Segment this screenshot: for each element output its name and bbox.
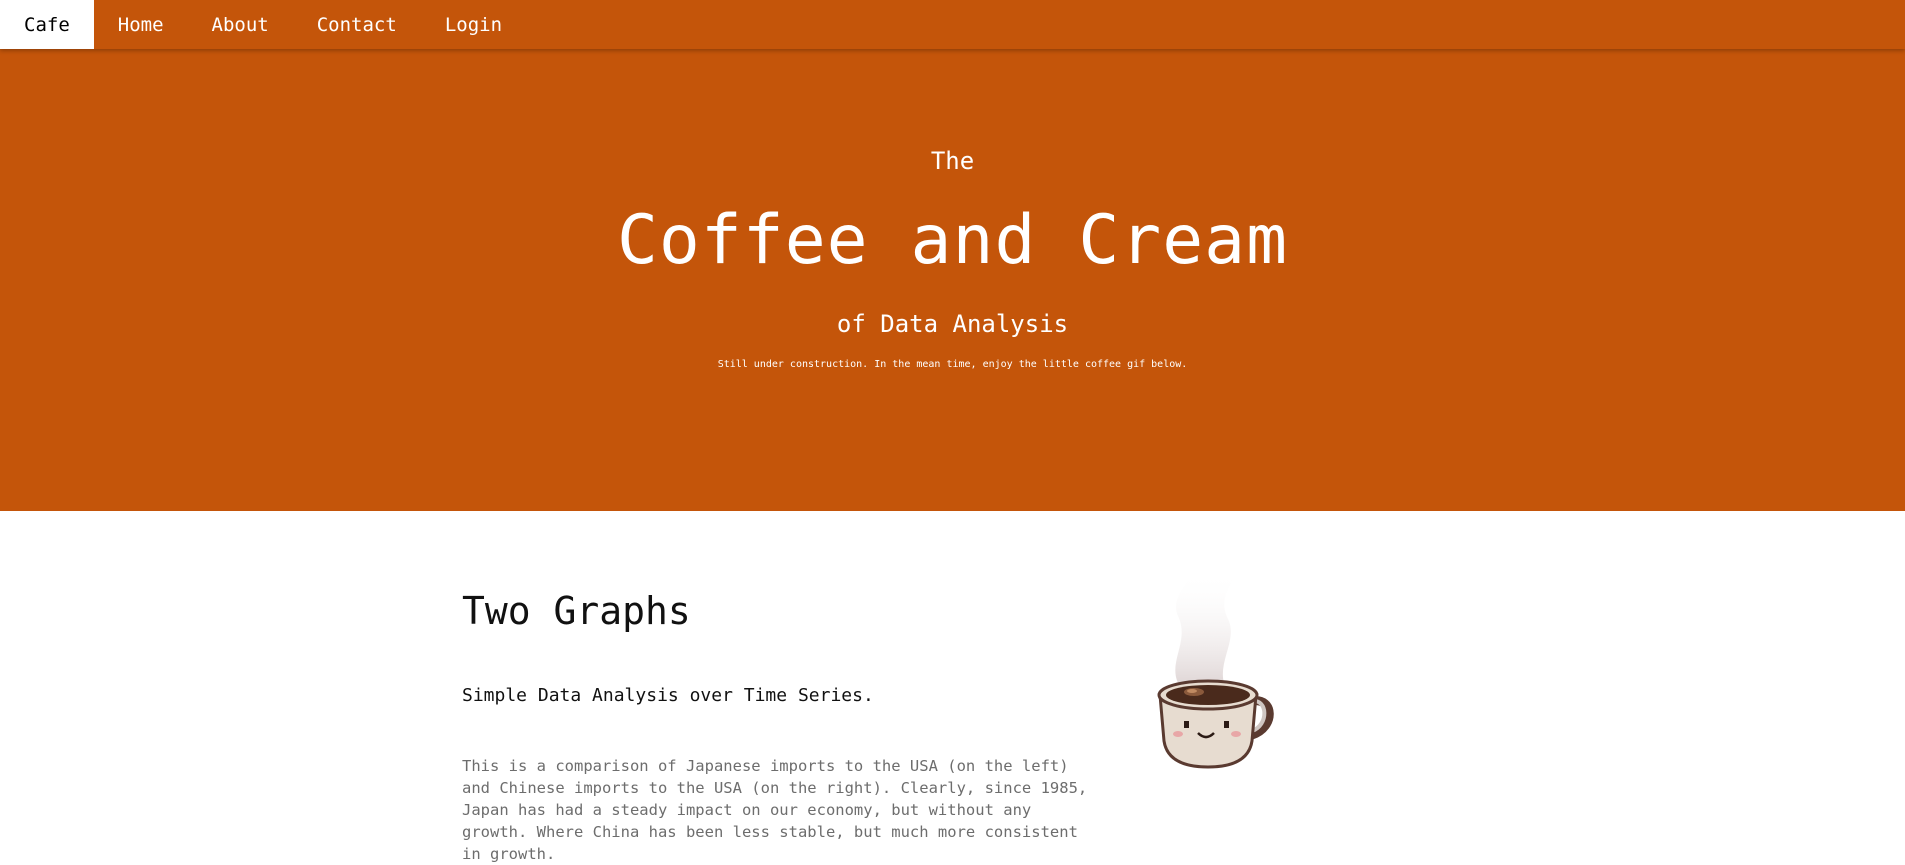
hero-banner: The Coffee and Cream of Data Analysis St… [0,49,1905,511]
hero-pre-title: The [930,147,975,175]
section-paragraph: This is a comparison of Japanese imports… [462,757,1088,863]
nav-item-home[interactable]: Home [94,0,188,49]
main-content: Two Graphs Simple Data Analysis over Tim… [0,511,1905,863]
coffee-cup-image [1148,571,1288,771]
hero-title: Coffee and Cream [616,201,1289,280]
section-subtitle: Simple Data Analysis over Time Series. [462,685,874,706]
section-title: Two Graphs [462,589,691,633]
nav-item-contact[interactable]: Contact [293,0,421,49]
top-navbar: Cafe Home About Contact Login [0,0,1905,49]
nav-brand-cafe[interactable]: Cafe [0,0,94,49]
coffee-cup-icon [1157,571,1274,769]
nav-item-about[interactable]: About [188,0,293,49]
hero-subtitle: of Data Analysis [836,310,1069,338]
hero-note: Still under construction. In the mean ti… [717,359,1188,370]
nav-item-login[interactable]: Login [421,0,526,49]
